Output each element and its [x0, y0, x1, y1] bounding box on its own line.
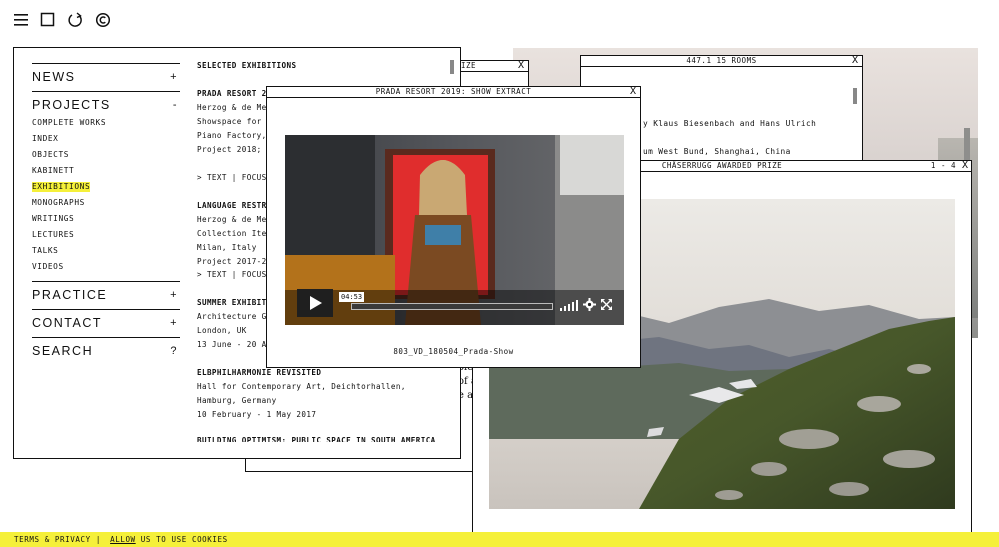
submenu-item[interactable]: OBJECTS — [32, 150, 69, 160]
scrollbar[interactable] — [450, 60, 454, 74]
exhibition-title[interactable]: ELBPHILHARMONIE REVISITED — [197, 368, 321, 378]
play-button[interactable] — [297, 289, 333, 317]
cookie-text: US TO USE COOKIES — [140, 535, 228, 544]
text-focus-link[interactable]: > TEXT | FOCUS — [197, 270, 267, 280]
menu-search-label: SEARCH — [32, 344, 94, 358]
submenu-item[interactable]: TALKS — [32, 246, 58, 256]
scrollbar[interactable] — [853, 88, 857, 104]
video-progress-bar[interactable] — [351, 303, 553, 310]
exhibition-title[interactable]: BUILDING OPTIMISM: PUBLIC SPACE IN SOUTH… — [197, 436, 436, 442]
exhibition-line: Project 2017-20 — [197, 257, 272, 266]
exhibition-line: Project 2018; S — [197, 145, 272, 154]
exhibition-line: London, UK — [197, 326, 247, 335]
exhibition-line: Milan, Italy — [197, 243, 257, 252]
video-window-title: PRADA RESORT 2019: SHOW EXTRACT — [267, 87, 640, 98]
menu-search[interactable]: SEARCH ? — [32, 337, 180, 364]
menu-practice[interactable]: PRACTICE + — [32, 281, 180, 308]
exhibition-line: Piano Factory, — [197, 131, 267, 140]
exhibition-line: 10 February - 1 May 2017 — [197, 410, 317, 419]
image-counter: 1 - 4 — [930, 161, 956, 170]
exhibition-line: 13 June - 20 Au — [197, 340, 272, 349]
submenu-item[interactable]: KABINETT — [32, 166, 74, 176]
volume-icon[interactable] — [559, 299, 579, 311]
square-icon[interactable] — [40, 11, 58, 29]
exhibition-line: Hall for Contemporary Art, Deichtorhalle… — [197, 382, 406, 391]
allow-cookies-button[interactable]: ALLOW — [110, 535, 136, 544]
fullscreen-icon[interactable] — [601, 299, 612, 310]
submenu-item[interactable]: WRITINGS — [32, 214, 74, 224]
submenu-item[interactable]: LECTURES — [32, 230, 74, 240]
menu-projects[interactable]: PROJECTS - — [32, 91, 180, 118]
copyright-icon[interactable] — [95, 11, 113, 29]
exhibition-line: Herzog & de Meu — [197, 103, 272, 112]
video-timestamp: 04:53 — [339, 292, 365, 302]
video-caption: 803_VD_180504_Prada-Show — [393, 347, 514, 356]
settings-gear-icon[interactable] — [583, 298, 596, 311]
submenu-item[interactable]: MONOGRAPHS — [32, 198, 85, 208]
expand-icon: + — [170, 71, 178, 83]
close-icon[interactable]: X — [630, 87, 636, 97]
collapse-icon: - — [172, 99, 178, 111]
cookie-bar: TERMS & PRIVACY | ALLOW US TO USE COOKIE… — [0, 532, 999, 547]
submenu-item[interactable]: INDEX — [32, 134, 58, 144]
menu-news-label: NEWS — [32, 70, 76, 84]
exhibition-line: Architecture Ga — [197, 312, 272, 321]
rooms-text-1: y Klaus Biesenbach and Hans Ulrich — [643, 119, 817, 128]
menu-contact[interactable]: CONTACT + — [32, 309, 180, 336]
exhibition-title[interactable]: SUMMER EXHIBITI — [197, 298, 272, 308]
submenu-item[interactable]: VIDEOS — [32, 262, 64, 272]
video-player[interactable]: 04:53 — [285, 135, 624, 325]
terms-privacy-link[interactable]: TERMS & PRIVACY | — [14, 535, 101, 544]
submenu-item-active[interactable]: EXHIBITIONS — [32, 182, 91, 192]
exhibition-line: Showspace for P — [197, 117, 272, 126]
exhibition-line: Hamburg, Germany — [197, 396, 277, 405]
close-icon[interactable]: X — [962, 161, 968, 171]
submenu-item[interactable]: COMPLETE WORKS — [32, 118, 106, 128]
exhibition-line: Herzog & de Meu — [197, 215, 272, 224]
text-focus-link[interactable]: > TEXT | FOCUS — [197, 173, 267, 183]
rooms-text-2: um West Bund, Shanghai, China — [643, 147, 791, 156]
search-help-icon: ? — [170, 345, 178, 357]
expand-icon: + — [170, 289, 178, 301]
menu-news[interactable]: NEWS + — [32, 63, 180, 90]
exhibition-title[interactable]: PRADA RESORT 20 — [197, 89, 272, 99]
menu-practice-label: PRACTICE — [32, 288, 108, 302]
expand-icon: + — [170, 317, 178, 329]
close-icon[interactable]: X — [518, 61, 524, 71]
hamburger-icon[interactable] — [13, 11, 31, 29]
video-window[interactable]: PRADA RESORT 2019: SHOW EXTRACT X 04:53 … — [266, 86, 641, 368]
close-icon[interactable]: X — [852, 56, 858, 66]
exhibitions-heading: SELECTED EXHIBITIONS — [197, 61, 297, 70]
menu-contact-label: CONTACT — [32, 316, 102, 330]
refresh-icon[interactable] — [67, 11, 85, 29]
exhibition-line: Collection Item — [197, 229, 272, 238]
exhibition-title[interactable]: LANGUAGE RESTRA — [197, 201, 272, 211]
menu-projects-label: PROJECTS — [32, 98, 111, 112]
rooms-window-title: 447.1 15 ROOMS — [581, 56, 862, 67]
